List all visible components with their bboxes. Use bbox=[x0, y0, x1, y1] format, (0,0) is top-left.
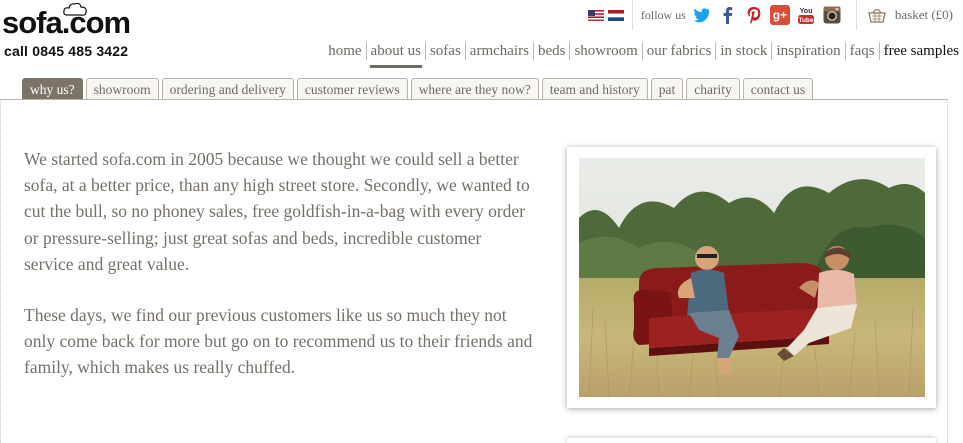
tab-ordering-and-delivery[interactable]: ordering and delivery bbox=[161, 78, 294, 100]
utility-bar: follow us g+ You Tube basket (£0) bbox=[587, 0, 963, 30]
second-photo-frame bbox=[567, 438, 936, 443]
social-links: follow us g+ You Tube bbox=[633, 5, 856, 25]
basket-label: basket (£0) bbox=[894, 7, 953, 22]
basket-link[interactable]: basket (£0) bbox=[857, 7, 963, 23]
language-flags bbox=[587, 9, 632, 21]
tab-showroom[interactable]: showroom bbox=[85, 78, 159, 100]
founders-photo-frame bbox=[567, 147, 936, 408]
nav-home[interactable]: home bbox=[324, 40, 365, 62]
tab-team-and-history[interactable]: team and history bbox=[541, 78, 648, 100]
intro-text: We started sofa.com in 2005 because we t… bbox=[24, 146, 534, 406]
tab-pat[interactable]: pat bbox=[650, 78, 684, 100]
us-flag-icon[interactable] bbox=[587, 9, 604, 21]
google-plus-icon[interactable]: g+ bbox=[769, 5, 790, 25]
nav-in-stock[interactable]: in stock bbox=[716, 40, 771, 62]
tab-contact-us[interactable]: contact us bbox=[742, 78, 814, 100]
phone-number: call 0845 485 3422 bbox=[4, 43, 129, 59]
youtube-icon[interactable]: You Tube bbox=[796, 5, 816, 25]
svg-text:You: You bbox=[800, 8, 813, 15]
instagram-icon[interactable] bbox=[822, 5, 842, 25]
about-subnav: why us? showroom ordering and delivery c… bbox=[22, 78, 949, 100]
nav-beds[interactable]: beds bbox=[534, 40, 570, 62]
nav-about-us[interactable]: about us bbox=[367, 40, 425, 68]
intro-paragraph: We started sofa.com in 2005 because we t… bbox=[24, 149, 530, 274]
netherlands-flag-icon[interactable] bbox=[607, 9, 624, 21]
cloud-icon bbox=[63, 2, 87, 16]
main-nav: home about us sofas armchairs beds showr… bbox=[324, 40, 963, 68]
facebook-icon[interactable] bbox=[718, 5, 738, 25]
tab-charity[interactable]: charity bbox=[686, 78, 740, 100]
pinterest-icon[interactable] bbox=[744, 5, 764, 25]
nav-faqs[interactable]: faqs bbox=[846, 40, 879, 62]
twitter-icon[interactable] bbox=[692, 5, 712, 25]
tab-where-are-they-now[interactable]: where are they now? bbox=[410, 78, 539, 100]
nav-inspiration[interactable]: inspiration bbox=[772, 40, 844, 62]
basket-icon bbox=[868, 8, 886, 23]
founders-on-sofa-photo bbox=[579, 158, 925, 397]
nav-sofas[interactable]: sofas bbox=[426, 40, 465, 62]
nav-showroom[interactable]: showroom bbox=[570, 40, 641, 62]
tab-why-us[interactable]: why us? bbox=[22, 78, 83, 100]
svg-text:Tube: Tube bbox=[798, 17, 813, 24]
follow-us-label: follow us bbox=[640, 7, 686, 22]
nav-our-fabrics[interactable]: our fabrics bbox=[643, 40, 716, 62]
intro-paragraph: These days, we find our previous custome… bbox=[24, 305, 533, 378]
nav-armchairs[interactable]: armchairs bbox=[466, 40, 533, 62]
nav-free-samples[interactable]: free samples bbox=[880, 40, 963, 62]
tab-customer-reviews[interactable]: customer reviews bbox=[296, 78, 408, 100]
logo[interactable]: sofa.com bbox=[2, 2, 131, 40]
